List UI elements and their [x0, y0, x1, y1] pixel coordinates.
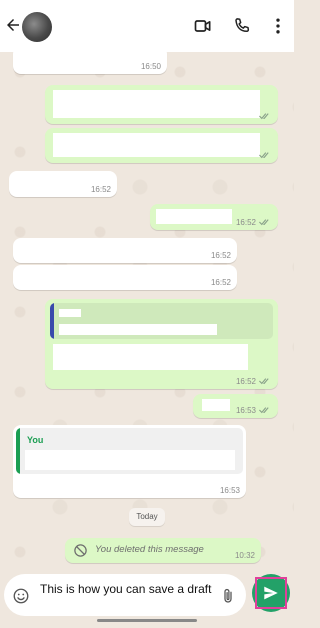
home-indicator [97, 619, 197, 622]
message-outgoing[interactable] [45, 128, 278, 163]
message-time: 16:52 [210, 278, 231, 287]
redacted-content [156, 209, 232, 224]
quoted-message[interactable] [50, 303, 273, 339]
avatar[interactable] [22, 12, 52, 42]
date-separator: Today [129, 508, 165, 526]
quoted-message[interactable]: You [16, 428, 243, 474]
paperclip-icon[interactable] [219, 587, 237, 605]
message-incoming[interactable]: 16:52 [9, 171, 117, 197]
arrow-left-icon[interactable] [4, 16, 22, 34]
deleted-message-text: You deleted this message [95, 544, 204, 555]
blocked-icon [74, 544, 87, 557]
video-call-icon[interactable] [193, 16, 213, 36]
double-check-icon [259, 378, 269, 385]
message-time: 16:52 [235, 377, 256, 386]
redacted-content [53, 344, 248, 370]
phone-icon[interactable] [232, 16, 252, 36]
message-outgoing-reply[interactable]: 16:52 [45, 299, 278, 389]
double-check-icon [259, 219, 269, 226]
message-outgoing[interactable] [45, 85, 278, 124]
chat-header [0, 0, 294, 52]
redacted-content [25, 450, 235, 470]
quote-author: You [27, 435, 44, 445]
double-check-icon [259, 113, 269, 120]
message-outgoing[interactable]: 16:52 [150, 204, 278, 230]
message-time: 16:52 [90, 185, 111, 194]
highlight-box [255, 577, 287, 609]
message-incoming-reply[interactable]: You 16:53 [13, 425, 246, 498]
message-time: 10:32 [234, 551, 255, 560]
message-time: 16:50 [140, 62, 161, 71]
redacted-content [59, 309, 81, 317]
message-input[interactable]: This is how you can save a draft [4, 574, 246, 616]
quote-bar [16, 428, 20, 474]
send-button[interactable] [252, 574, 290, 612]
message-incoming[interactable]: 16:50 [13, 52, 167, 74]
redacted-content [53, 90, 260, 118]
message-incoming[interactable]: 16:52 [13, 238, 237, 263]
double-check-icon [259, 152, 269, 159]
redacted-content [53, 133, 260, 157]
redacted-content [202, 399, 230, 411]
quote-bar [50, 303, 54, 339]
emoji-icon[interactable] [12, 587, 30, 605]
chat-area[interactable]: 16:50 16:52 16:52 16:52 16:52 16:52 16:5… [0, 52, 294, 568]
message-time: 16:52 [235, 218, 256, 227]
message-time: 16:53 [219, 486, 240, 495]
redacted-content [59, 324, 217, 335]
double-check-icon [259, 407, 269, 414]
message-time: 16:53 [235, 406, 256, 415]
message-outgoing[interactable]: 16:53 [193, 394, 278, 418]
message-incoming[interactable]: 16:52 [13, 265, 237, 290]
message-time: 16:52 [210, 251, 231, 260]
more-vertical-icon[interactable] [268, 16, 288, 36]
deleted-message[interactable]: You deleted this message 10:32 [65, 538, 261, 563]
draft-text[interactable]: This is how you can save a draft [40, 582, 215, 597]
